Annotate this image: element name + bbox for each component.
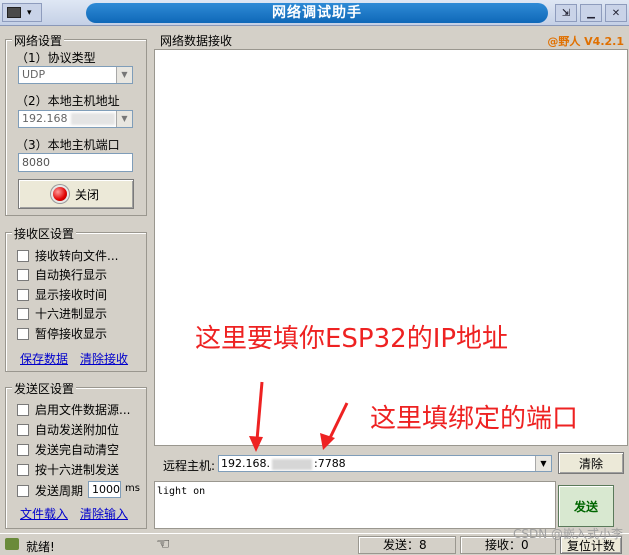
ip-annotation: 这里要填你ESP32的IP地址 bbox=[195, 324, 509, 354]
checkbox-box[interactable] bbox=[17, 249, 29, 262]
send-button[interactable]: 发送 bbox=[558, 485, 614, 527]
group-title: 接收区设置 bbox=[12, 225, 77, 242]
checkbox-label: 启用文件数据源... bbox=[35, 403, 131, 417]
local-host-label: （2）本地主机地址 bbox=[16, 94, 120, 108]
close-icon[interactable]: ✕ bbox=[605, 4, 627, 22]
checkbox-label: 自动换行显示 bbox=[35, 268, 108, 282]
brand-label: @野人 V4.2.1 bbox=[547, 35, 624, 48]
remote-port-value: :7788 bbox=[313, 457, 346, 470]
close-connection-label: 关闭 bbox=[74, 187, 99, 202]
system-menu-button[interactable]: ▾ bbox=[2, 3, 42, 22]
redacted-block bbox=[271, 458, 312, 470]
checkbox-box[interactable] bbox=[17, 307, 29, 320]
auto-wrap-checkbox[interactable]: 自动换行显示 bbox=[17, 266, 107, 283]
checkbox-box[interactable] bbox=[17, 268, 29, 281]
send-period-checkbox[interactable]: 发送周期 bbox=[17, 482, 83, 499]
checkbox-box[interactable] bbox=[17, 327, 29, 340]
checkbox-box[interactable] bbox=[17, 403, 29, 416]
checkbox-label: 显示接收时间 bbox=[35, 288, 108, 302]
send-period-input[interactable]: 1000 bbox=[88, 481, 121, 498]
checkbox-box[interactable] bbox=[17, 463, 29, 476]
remote-host-label: 远程主机: bbox=[163, 459, 216, 473]
local-port-label: （3）本地主机端口 bbox=[16, 138, 120, 152]
clear-send-label: 清除 bbox=[578, 456, 603, 471]
recv-data-area[interactable] bbox=[154, 49, 628, 446]
show-recv-time-checkbox[interactable]: 显示接收时间 bbox=[17, 286, 107, 303]
chevron-down-icon[interactable]: ▼ bbox=[535, 456, 551, 471]
port-annotation: 这里填绑定的端口 bbox=[370, 404, 579, 434]
auto-clear-checkbox[interactable]: 发送完自动清空 bbox=[17, 441, 119, 458]
sent-count-label: 发送：8 bbox=[383, 538, 427, 552]
recv-to-file-checkbox[interactable]: 接收转向文件... bbox=[17, 247, 118, 264]
app-icon bbox=[7, 7, 21, 18]
group-title: 发送区设置 bbox=[12, 380, 77, 397]
file-source-checkbox[interactable]: 启用文件数据源... bbox=[17, 401, 130, 418]
clear-send-button[interactable]: 清除 bbox=[558, 452, 624, 474]
chevron-down-icon: ▾ bbox=[27, 7, 32, 18]
pause-display-checkbox[interactable]: 暂停接收显示 bbox=[17, 325, 107, 342]
chevron-down-icon[interactable]: ▼ bbox=[116, 67, 132, 83]
hex-display-checkbox[interactable]: 十六进制显示 bbox=[17, 305, 107, 322]
local-port-input[interactable]: 8080 bbox=[18, 153, 133, 172]
status-light-icon bbox=[52, 187, 67, 201]
recv-area-title: 网络数据接收 bbox=[160, 34, 233, 48]
checkbox-label: 接收转向文件... bbox=[35, 249, 119, 263]
checkbox-label: 按十六进制发送 bbox=[35, 463, 120, 477]
protocol-value: UDP bbox=[22, 68, 46, 81]
remote-host-select[interactable]: 192.168. :7788 ▼ bbox=[218, 455, 552, 472]
checkbox-box[interactable] bbox=[17, 423, 29, 436]
period-unit: ms bbox=[125, 483, 140, 494]
protocol-label: （1）协议类型 bbox=[16, 51, 96, 65]
auto-append-checkbox[interactable]: 自动发送附加位 bbox=[17, 421, 119, 438]
clear-input-link[interactable]: 清除输入 bbox=[80, 505, 128, 522]
checkbox-label: 发送周期 bbox=[35, 484, 84, 498]
hand-pointer-icon: ☜ bbox=[156, 534, 171, 553]
hex-send-checkbox[interactable]: 按十六进制发送 bbox=[17, 461, 119, 478]
checkbox-box[interactable] bbox=[17, 443, 29, 456]
sent-count: 发送：8 bbox=[358, 536, 456, 554]
checkbox-box[interactable] bbox=[17, 484, 29, 497]
local-host-value: 192.168 bbox=[22, 112, 68, 125]
redacted-block bbox=[70, 113, 115, 125]
checkbox-box[interactable] bbox=[17, 288, 29, 301]
checkbox-label: 自动发送附加位 bbox=[35, 423, 120, 437]
protocol-select[interactable]: UDP ▼ bbox=[18, 66, 133, 84]
save-data-link[interactable]: 保存数据 bbox=[20, 350, 68, 367]
group-title: 网络设置 bbox=[12, 32, 65, 49]
title-bar: ▾ 网络调试助手 ⇲ ▁ ✕ bbox=[0, 0, 629, 26]
ready-status: 就绪! bbox=[26, 540, 55, 554]
checkbox-label: 十六进制显示 bbox=[35, 307, 108, 321]
ready-icon bbox=[5, 538, 19, 550]
local-host-select[interactable]: 192.168 ▼ bbox=[18, 110, 133, 128]
close-connection-button[interactable]: 关闭 bbox=[18, 179, 134, 209]
pin-icon[interactable]: ⇲ bbox=[555, 4, 577, 22]
clear-recv-link[interactable]: 清除接收 bbox=[80, 350, 128, 367]
checkbox-label: 暂停接收显示 bbox=[35, 327, 108, 341]
minimize-icon[interactable]: ▁ bbox=[580, 4, 602, 22]
send-button-label: 发送 bbox=[573, 499, 598, 514]
remote-ip-value: 192.168. bbox=[221, 457, 270, 470]
send-input-area[interactable]: light on bbox=[154, 481, 556, 529]
watermark: CSDN @嵌入式小李 bbox=[512, 527, 623, 541]
checkbox-label: 发送完自动清空 bbox=[35, 443, 120, 457]
load-file-link[interactable]: 文件载入 bbox=[20, 505, 68, 522]
window-title: 网络调试助手 bbox=[86, 3, 548, 23]
chevron-down-icon[interactable]: ▼ bbox=[116, 111, 132, 127]
